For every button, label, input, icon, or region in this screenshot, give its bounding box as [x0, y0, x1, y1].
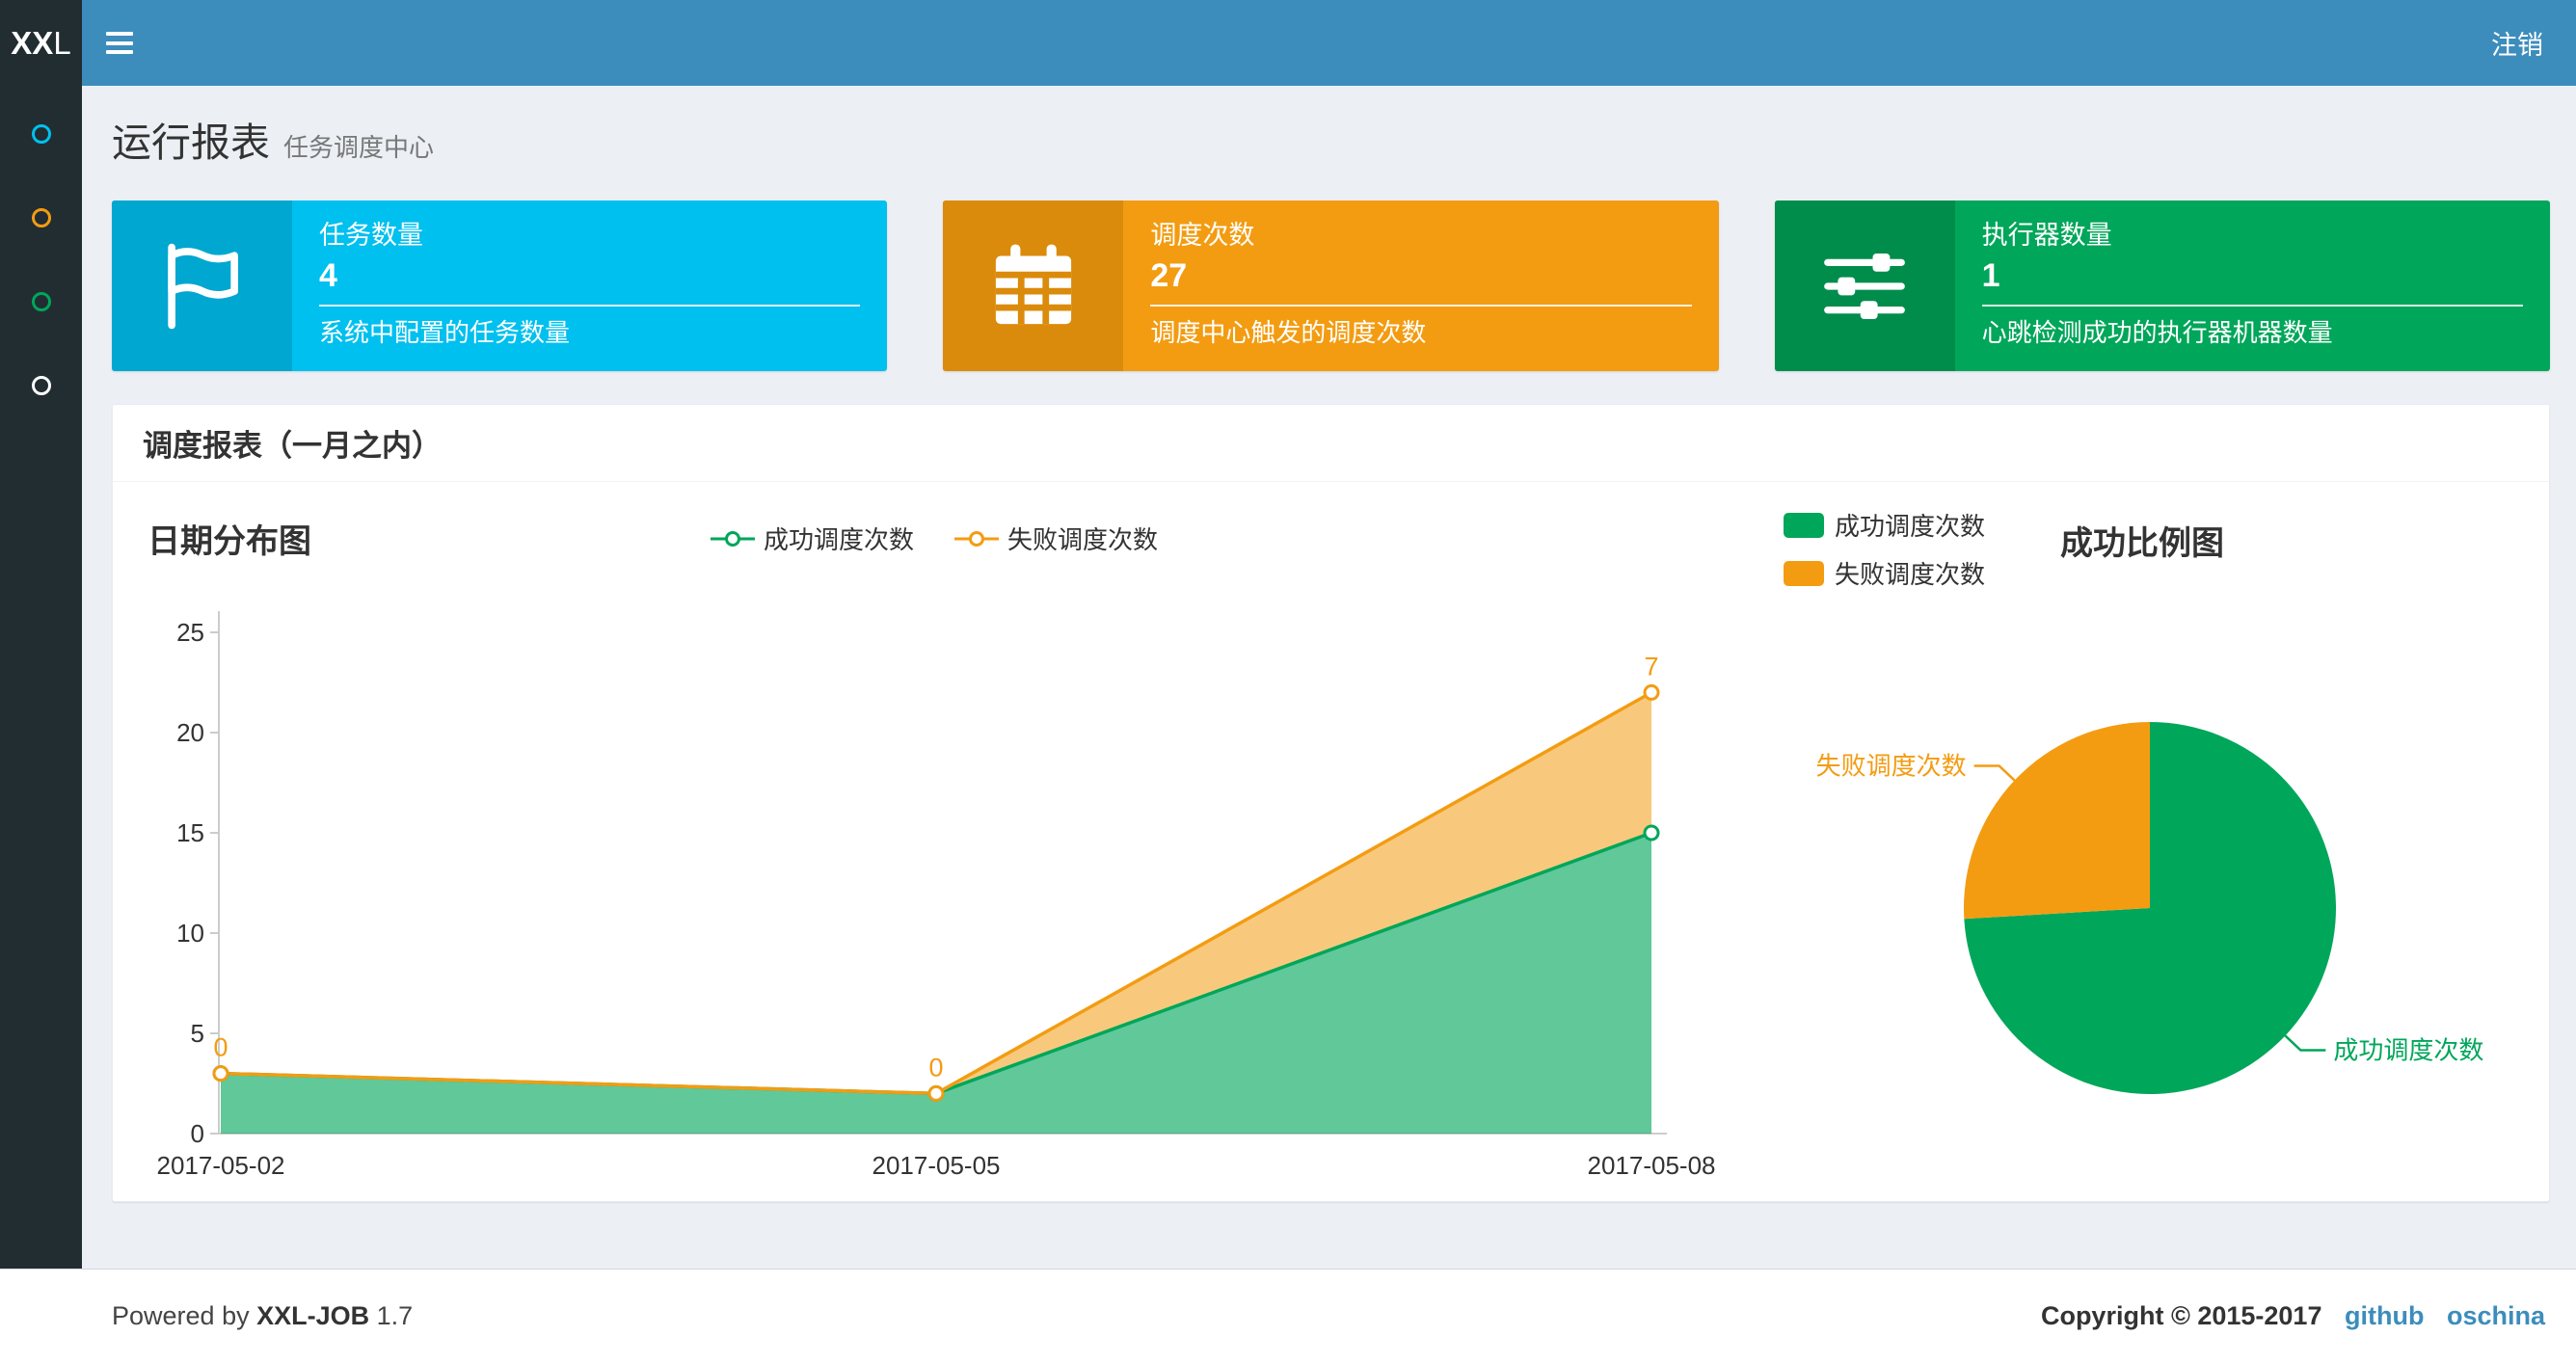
card-value: 4 — [319, 257, 337, 294]
svg-text:7: 7 — [1644, 652, 1658, 681]
oschina-link[interactable]: oschina — [2447, 1301, 2545, 1330]
hamburger-icon — [106, 31, 133, 36]
svg-text:20: 20 — [176, 718, 204, 747]
report-panel-header: 调度报表（一月之内） — [113, 405, 2549, 482]
legend-label: 失败调度次数 — [1007, 525, 1159, 554]
card-divider — [1981, 305, 2523, 307]
svg-text:10: 10 — [176, 919, 204, 948]
svg-text:2017-05-02: 2017-05-02 — [157, 1151, 285, 1180]
card-divider — [1150, 305, 1692, 307]
brand-name: XXL-JOB — [256, 1301, 370, 1330]
sidebar-item-1[interactable] — [0, 92, 82, 175]
card-title: 执行器数量 — [1981, 221, 2112, 250]
pie-chart-legend: 成功调度次数 失败调度次数 — [1784, 507, 1985, 591]
success-ratio-pie-chart: 成功调度次数 失败调度次数 — [1816, 722, 2483, 1094]
card-description: 心跳检测成功的执行器机器数量 — [1981, 318, 2333, 347]
page-title: 运行报表 — [112, 120, 270, 165]
flag-icon — [112, 200, 292, 371]
trigger-count-card: 调度次数 27 调度中心触发的调度次数 — [943, 200, 1719, 371]
app-logo[interactable]: XX L — [0, 0, 82, 86]
report-panel: 调度报表（一月之内） 日期分布图 成功调度次数 失败调度次数 0 5 10 15… — [112, 404, 2550, 1202]
card-value: 27 — [1150, 257, 1188, 294]
swatch-icon — [1784, 560, 1824, 586]
sidebar-menu — [0, 92, 82, 427]
card-description: 调度中心触发的调度次数 — [1150, 318, 1427, 347]
swatch-icon — [1784, 512, 1824, 538]
legend-label: 成功调度次数 — [1835, 512, 1986, 541]
legend-item-success[interactable]: 成功调度次数 — [1784, 507, 1985, 543]
circle-icon — [31, 375, 51, 395]
circle-icon — [31, 123, 51, 144]
svg-text:0: 0 — [213, 1033, 228, 1062]
calendar-icon — [943, 200, 1124, 371]
copyright-text: Copyright © 2015-2017 — [2040, 1301, 2322, 1330]
legend-item-success[interactable]: 成功调度次数 — [711, 521, 914, 556]
card-value: 1 — [1981, 257, 2000, 294]
sidebar-toggle-button[interactable] — [82, 0, 157, 86]
card-divider — [319, 305, 861, 307]
svg-text:成功调度次数: 成功调度次数 — [2333, 1036, 2483, 1065]
svg-text:25: 25 — [176, 618, 204, 647]
date-distribution-chart: 05101520252017-05-02 2017-05-05 2017-05-08… — [157, 611, 1716, 1180]
summary-cards: 任务数量 4 系统中配置的任务数量 调度次数 27 调度中心触发的调度次数 执行… — [112, 200, 2550, 371]
page-footer: Powered by XXL-JOB 1.7 Copyright © 2015-… — [0, 1269, 2576, 1363]
sidebar-item-3[interactable] — [0, 259, 82, 343]
svg-text:2017-05-05: 2017-05-05 — [872, 1151, 1001, 1180]
logo-text-light: L — [53, 24, 71, 61]
svg-text:0: 0 — [191, 1119, 204, 1148]
sliders-icon — [1774, 200, 1955, 371]
report-panel-body: 日期分布图 成功调度次数 失败调度次数 0 5 10 15 20 25 2017… — [113, 482, 2549, 1201]
footer-right: Copyright © 2015-2017 github oschina — [2041, 1301, 2545, 1331]
logo-text-bold: XX — [11, 24, 54, 61]
legend-label: 失败调度次数 — [1835, 560, 1986, 589]
card-description: 系统中配置的任务数量 — [319, 318, 571, 347]
sidebar-item-4[interactable] — [0, 343, 82, 427]
legend-item-fail[interactable]: 失败调度次数 — [954, 521, 1158, 556]
version: 1.7 — [376, 1301, 414, 1330]
page-subtitle: 任务调度中心 — [283, 133, 435, 162]
logout-link[interactable]: 注销 — [2458, 0, 2576, 86]
navbar-spacer — [157, 0, 2458, 86]
report-panel-title: 调度报表（一月之内） — [143, 429, 442, 463]
page-header: 运行报表 任务调度中心 — [112, 119, 2550, 172]
top-navbar: XX L 注销 — [0, 0, 2576, 86]
jobs-count-card: 任务数量 4 系统中配置的任务数量 — [112, 200, 888, 371]
github-link[interactable]: github — [2345, 1301, 2424, 1330]
circle-icon — [31, 291, 51, 311]
main-content: 运行报表 任务调度中心 任务数量 4 系统中配置的任务数量 调度次数 27 调度… — [82, 86, 2576, 1202]
sidebar — [0, 86, 82, 1269]
svg-text:0: 0 — [928, 1053, 943, 1082]
legend-label: 成功调度次数 — [764, 525, 915, 554]
card-title: 调度次数 — [1150, 221, 1255, 250]
line-chart-legend: 成功调度次数 失败调度次数 — [711, 521, 1158, 556]
legend-item-fail[interactable]: 失败调度次数 — [1784, 555, 1985, 591]
sidebar-item-2[interactable] — [0, 175, 82, 259]
powered-by: Powered by XXL-JOB 1.7 — [112, 1301, 414, 1330]
svg-text:失败调度次数: 失败调度次数 — [1816, 751, 1967, 780]
line-series-icon — [954, 530, 1000, 547]
executor-count-card: 执行器数量 1 心跳检测成功的执行器机器数量 — [1774, 200, 2550, 371]
svg-text:5: 5 — [191, 1019, 204, 1048]
svg-text:15: 15 — [176, 818, 204, 847]
card-title: 任务数量 — [319, 221, 423, 250]
circle-icon — [31, 207, 51, 227]
line-series-icon — [711, 530, 755, 547]
svg-text:2017-05-08: 2017-05-08 — [1588, 1151, 1716, 1180]
line-chart-title: 日期分布图 — [148, 523, 311, 560]
